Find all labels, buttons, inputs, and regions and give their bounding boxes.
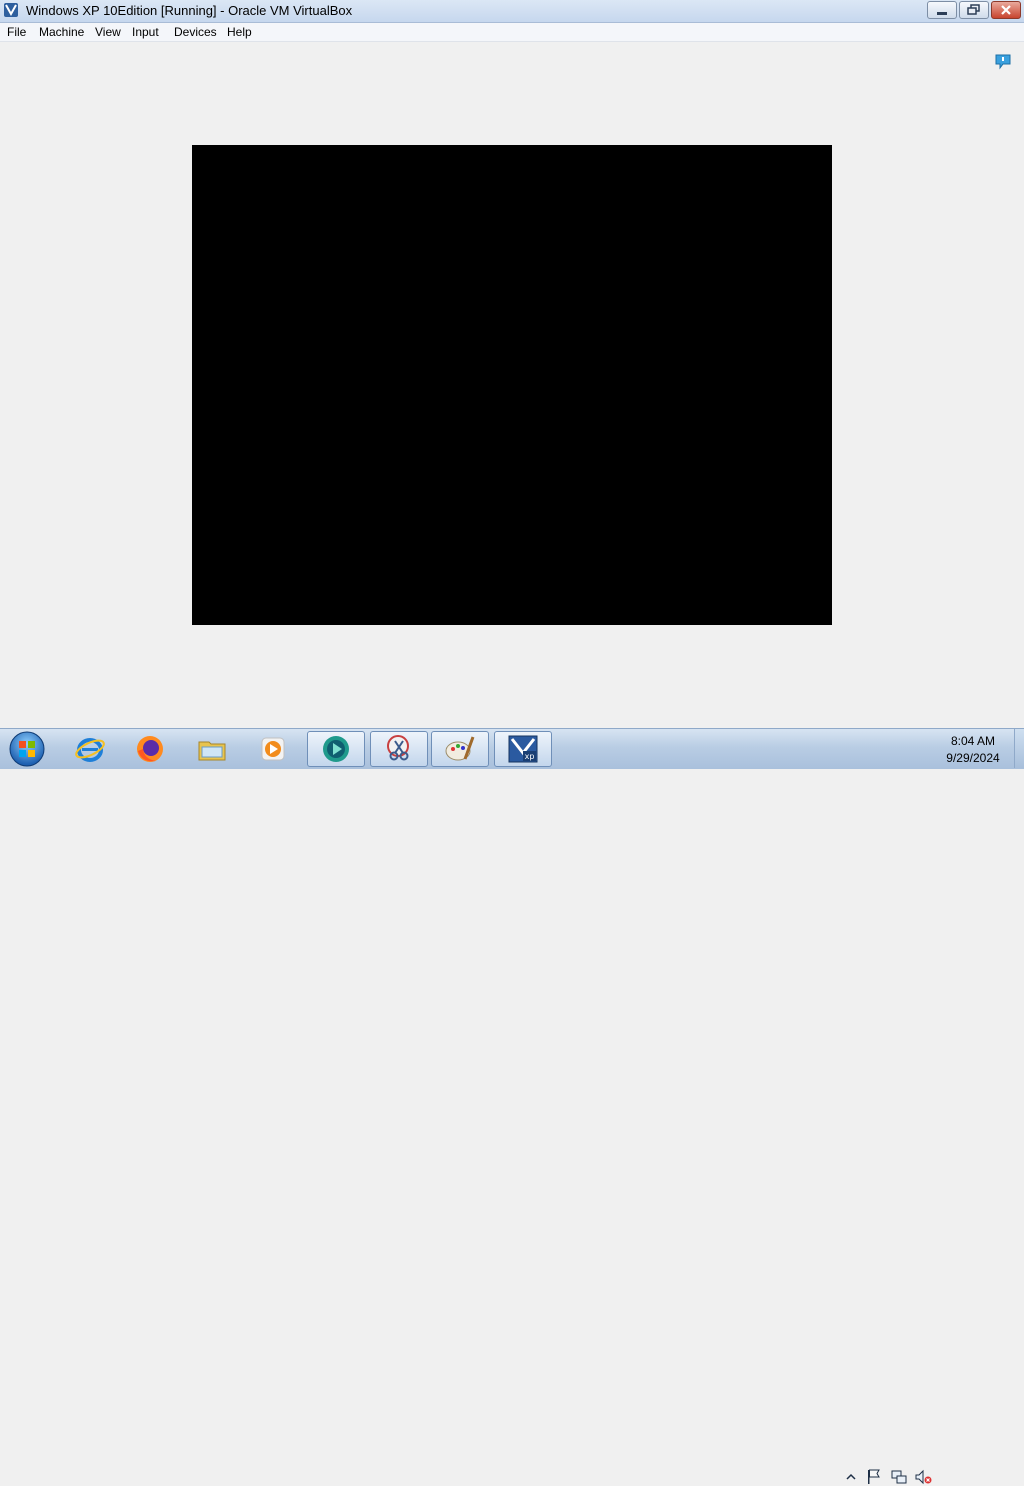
snipping-tool-icon [387, 735, 409, 761]
vm-display[interactable] [192, 145, 832, 625]
restore-button[interactable] [959, 1, 989, 19]
minimize-button[interactable] [927, 1, 957, 19]
taskbar-firefox[interactable] [121, 731, 179, 767]
virtualbox-xp-icon: xp [508, 735, 538, 763]
taskbar-paint[interactable] [431, 731, 489, 767]
close-button[interactable] [991, 1, 1021, 19]
taskbar: xp 8:04 AM 9/29/2024 [0, 728, 1024, 1485]
taskbar-file-explorer[interactable] [183, 731, 241, 767]
window-controls [927, 1, 1021, 20]
taskbar-internet-explorer[interactable] [61, 731, 119, 767]
menu-help[interactable]: Help [227, 25, 252, 39]
minimize-icon [937, 12, 947, 15]
show-desktop-button[interactable] [1014, 729, 1024, 768]
taskbar-media-player[interactable] [244, 731, 302, 767]
file-explorer-icon [198, 741, 226, 761]
menu-input[interactable]: Input [132, 25, 159, 39]
network-icon[interactable] [890, 1468, 908, 1486]
title-bar: Windows XP 10Edition [Running] - Oracle … [0, 0, 1024, 23]
close-icon [1001, 5, 1011, 15]
window-title: Windows XP 10Edition [Running] - Oracle … [26, 3, 353, 18]
menu-devices[interactable]: Devices [174, 25, 217, 39]
virtualbox-icon[interactable] [3, 2, 19, 18]
media-player-icon [261, 737, 285, 761]
taskbar-snipping-tool[interactable] [370, 731, 428, 767]
menu-bar: File Machine View Input Devices Help [0, 23, 1024, 42]
restore-icon [967, 4, 980, 15]
message-bubble-icon[interactable] [994, 53, 1012, 71]
internet-explorer-icon [75, 738, 105, 762]
media-app-icon [323, 736, 349, 762]
start-button[interactable] [4, 730, 50, 768]
clock-time[interactable]: 8:04 AM [932, 734, 1014, 748]
show-hidden-icons-icon[interactable] [842, 1468, 860, 1486]
menu-machine[interactable]: Machine [39, 25, 84, 39]
paint-icon [445, 736, 475, 761]
menu-file[interactable]: File [7, 25, 26, 39]
windows-start-orb-icon [9, 731, 45, 767]
taskbar-virtualbox-xp[interactable]: xp [494, 731, 552, 767]
svg-text:xp: xp [525, 752, 535, 761]
clock-date[interactable]: 9/29/2024 [932, 751, 1014, 765]
volume-muted-icon[interactable] [914, 1468, 932, 1486]
firefox-icon [137, 736, 163, 762]
menu-view[interactable]: View [95, 25, 121, 39]
action-center-flag-icon[interactable] [865, 1468, 883, 1486]
taskbar-media-app[interactable] [307, 731, 365, 767]
